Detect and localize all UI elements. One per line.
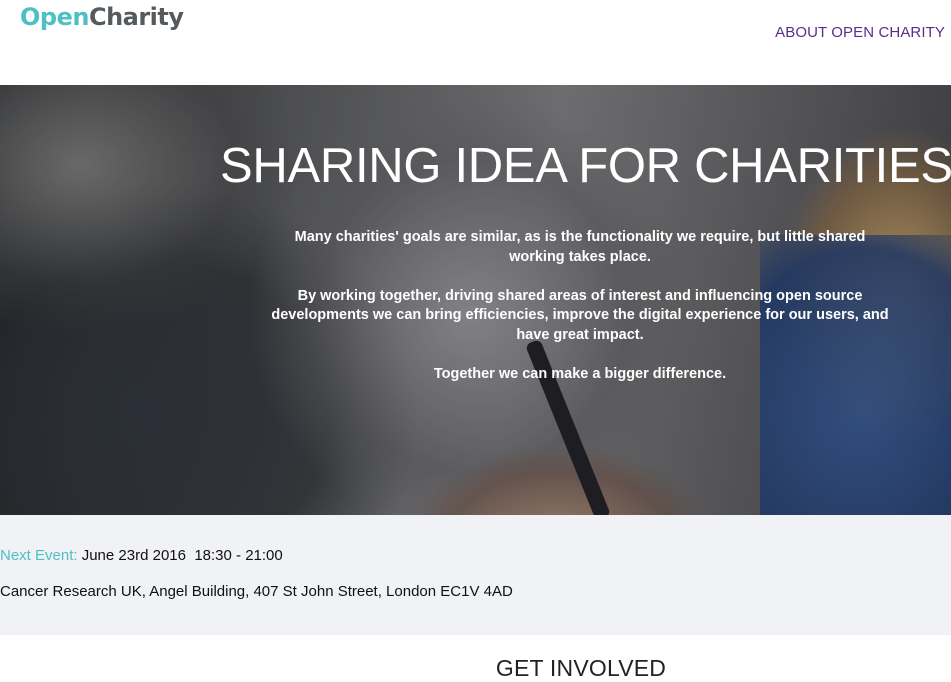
nav-about-open-charity[interactable]: ABOUT OPEN CHARITY xyxy=(775,24,945,41)
hero-banner: SHARING IDEA FOR CHARITIES Many charitie… xyxy=(0,85,951,515)
hero-paragraph-1: Many charities' goals are similar, as is… xyxy=(294,229,866,265)
event-location: Cancer Research UK, Angel Building, 407 … xyxy=(0,583,513,600)
hero-title: SHARING IDEA FOR CHARITIES xyxy=(220,139,951,193)
next-event-panel: Next Event: June 23rd 2016 18:30 - 21:00… xyxy=(0,515,951,635)
site-header: OpenCharity ABOUT OPEN CHARITY xyxy=(0,0,951,85)
open-charity-logo[interactable]: OpenCharity xyxy=(20,2,184,32)
next-event-label: Next Event: xyxy=(0,547,78,564)
event-date: June 23rd 2016 xyxy=(81,547,186,564)
event-summary: Next Event: June 23rd 2016 18:30 - 21:00 xyxy=(0,547,283,564)
logo-charity: Charity xyxy=(88,3,184,31)
event-time: 18:30 - 21:00 xyxy=(194,547,283,564)
get-involved-heading: GET INVOLVED xyxy=(495,655,667,681)
hero-intro: Many charities' goals are similar, as is… xyxy=(270,228,890,404)
logo-open: Open xyxy=(20,3,89,31)
hero-paragraph-3: Together we can make a bigger difference… xyxy=(433,365,727,382)
hero-paragraph-2: By working together, driving shared area… xyxy=(271,287,889,343)
hero-content: SHARING IDEA FOR CHARITIES Many charitie… xyxy=(0,85,951,515)
